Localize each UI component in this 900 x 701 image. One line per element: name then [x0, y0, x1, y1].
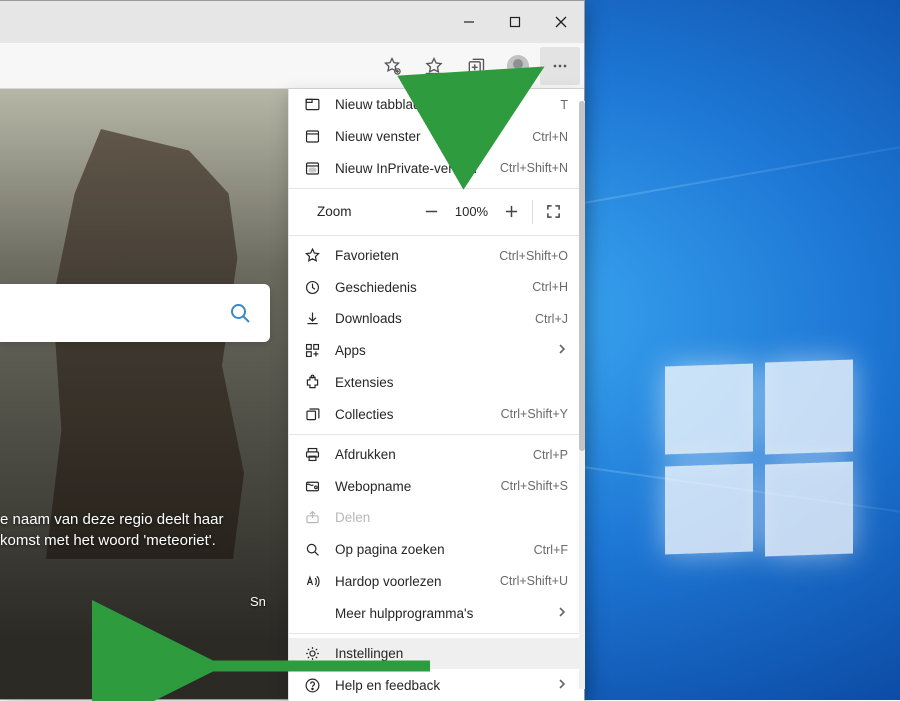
profile-button[interactable]: [498, 47, 538, 85]
menu-scrollbar[interactable]: [575, 89, 585, 701]
caption-line2: komst met het woord 'meteoriet'.: [0, 532, 216, 549]
read-aloud-icon: [303, 573, 321, 590]
zoom-in-button[interactable]: [493, 193, 530, 231]
zoom-value: 100%: [450, 204, 493, 219]
window-close-button[interactable]: [538, 1, 584, 43]
menu-label: Nieuw InPrivate-venster: [335, 161, 486, 176]
menu-label: Instellingen: [335, 646, 568, 661]
menu-separator: [289, 633, 584, 634]
zoom-out-button[interactable]: [413, 193, 450, 231]
menu-item-new-inprivate[interactable]: Nieuw InPrivate-venster Ctrl+Shift+N: [289, 152, 584, 184]
settings-and-more-menu: Nieuw tabblad T Nieuw venster Ctrl+N Nie…: [288, 89, 584, 701]
menu-item-print[interactable]: Afdrukken Ctrl+P: [289, 439, 584, 471]
menu-shortcut: Ctrl+J: [535, 312, 568, 326]
download-icon: [303, 310, 321, 327]
menu-separator: [289, 188, 584, 189]
menu-label: Downloads: [335, 311, 521, 326]
settings-and-more-button[interactable]: [540, 47, 580, 85]
menu-item-more-tools[interactable]: Meer hulpprogramma's: [289, 597, 584, 629]
menu-shortcut: Ctrl+Shift+O: [499, 249, 568, 263]
menu-label: Webopname: [335, 479, 487, 494]
help-icon: [303, 677, 321, 694]
menu-item-find[interactable]: Op pagina zoeken Ctrl+F: [289, 534, 584, 566]
menu-label: Op pagina zoeken: [335, 542, 520, 557]
image-caption: e naam van deze regio deelt haar komst m…: [0, 509, 260, 551]
windows-logo: [665, 365, 855, 555]
menu-label: Nieuw tabblad: [335, 97, 546, 112]
menu-item-favorites[interactable]: Favorieten Ctrl+Shift+O: [289, 240, 584, 272]
menu-shortcut: Ctrl+F: [534, 543, 568, 557]
menu-zoom-row: Zoom 100%: [289, 193, 584, 231]
avatar-icon: [507, 55, 529, 77]
menu-item-apps[interactable]: Apps: [289, 335, 584, 367]
extensions-icon: [303, 374, 321, 391]
menu-shortcut: Ctrl+Shift+N: [500, 161, 568, 175]
menu-shortcut: Ctrl+Shift+S: [501, 479, 568, 493]
gear-icon: [303, 645, 321, 662]
menu-label: Collecties: [335, 407, 487, 422]
add-favorite-button[interactable]: [372, 47, 412, 85]
zoom-divider: [532, 200, 533, 224]
menu-shortcut: Ctrl+N: [532, 130, 568, 144]
search-bar[interactable]: [0, 284, 270, 342]
star-icon: [303, 247, 321, 264]
menu-label: Meer hulpprogramma's: [335, 606, 542, 621]
menu-item-new-tab[interactable]: Nieuw tabblad T: [289, 89, 584, 121]
search-icon: [228, 301, 252, 325]
history-icon: [303, 279, 321, 296]
menu-shortcut: T: [560, 98, 568, 112]
menu-label: Hardop voorlezen: [335, 574, 486, 589]
window-maximize-button[interactable]: [492, 1, 538, 43]
menu-label: Extensies: [335, 375, 568, 390]
chevron-right-icon: [556, 343, 568, 358]
window-minimize-button[interactable]: [446, 1, 492, 43]
chevron-right-icon: [556, 678, 568, 693]
new-window-icon: [303, 128, 321, 145]
menu-label: Apps: [335, 343, 542, 358]
background-rock-image: [35, 129, 255, 559]
new-tab-icon: [303, 96, 321, 113]
caption-line1: e naam van deze regio deelt haar: [0, 511, 223, 528]
menu-label: Delen: [335, 510, 568, 525]
menu-item-history[interactable]: Geschiedenis Ctrl+H: [289, 271, 584, 303]
menu-label: Afdrukken: [335, 447, 519, 462]
menu-shortcut: Ctrl+H: [532, 280, 568, 294]
find-icon: [303, 541, 321, 558]
share-icon: [303, 509, 321, 526]
fullscreen-button[interactable]: [535, 193, 572, 231]
menu-shortcut: Ctrl+Shift+U: [500, 574, 568, 588]
snippet-label: Sn: [250, 594, 266, 609]
menu-label: Favorieten: [335, 248, 485, 263]
menu-item-webcapture[interactable]: Webopname Ctrl+Shift+S: [289, 470, 584, 502]
menu-item-settings[interactable]: Instellingen: [289, 638, 584, 670]
collections-icon: [303, 406, 321, 423]
menu-item-collections[interactable]: Collecties Ctrl+Shift+Y: [289, 398, 584, 430]
webcapture-icon: [303, 478, 321, 495]
menu-label: Geschiedenis: [335, 280, 518, 295]
window-titlebar: [0, 1, 584, 43]
menu-shortcut: Ctrl+Shift+Y: [501, 407, 568, 421]
menu-item-help[interactable]: Help en feedback: [289, 669, 584, 701]
collections-button[interactable]: [456, 47, 496, 85]
zoom-label: Zoom: [317, 204, 413, 219]
menu-item-new-window[interactable]: Nieuw venster Ctrl+N: [289, 121, 584, 153]
menu-item-downloads[interactable]: Downloads Ctrl+J: [289, 303, 584, 335]
edge-browser-window: e naam van deze regio deelt haar komst m…: [0, 0, 585, 700]
menu-label: Nieuw venster: [335, 129, 518, 144]
menu-shortcut: Ctrl+P: [533, 448, 568, 462]
menu-separator: [289, 434, 584, 435]
print-icon: [303, 446, 321, 463]
menu-item-extensions[interactable]: Extensies: [289, 367, 584, 399]
menu-item-read-aloud[interactable]: Hardop voorlezen Ctrl+Shift+U: [289, 566, 584, 598]
menu-separator: [289, 235, 584, 236]
inprivate-icon: [303, 160, 321, 177]
menu-item-share: Delen: [289, 502, 584, 534]
menu-label: Help en feedback: [335, 678, 542, 693]
favorites-button[interactable]: [414, 47, 454, 85]
browser-toolbar: [0, 43, 584, 89]
chevron-right-icon: [556, 606, 568, 621]
apps-icon: [303, 342, 321, 359]
